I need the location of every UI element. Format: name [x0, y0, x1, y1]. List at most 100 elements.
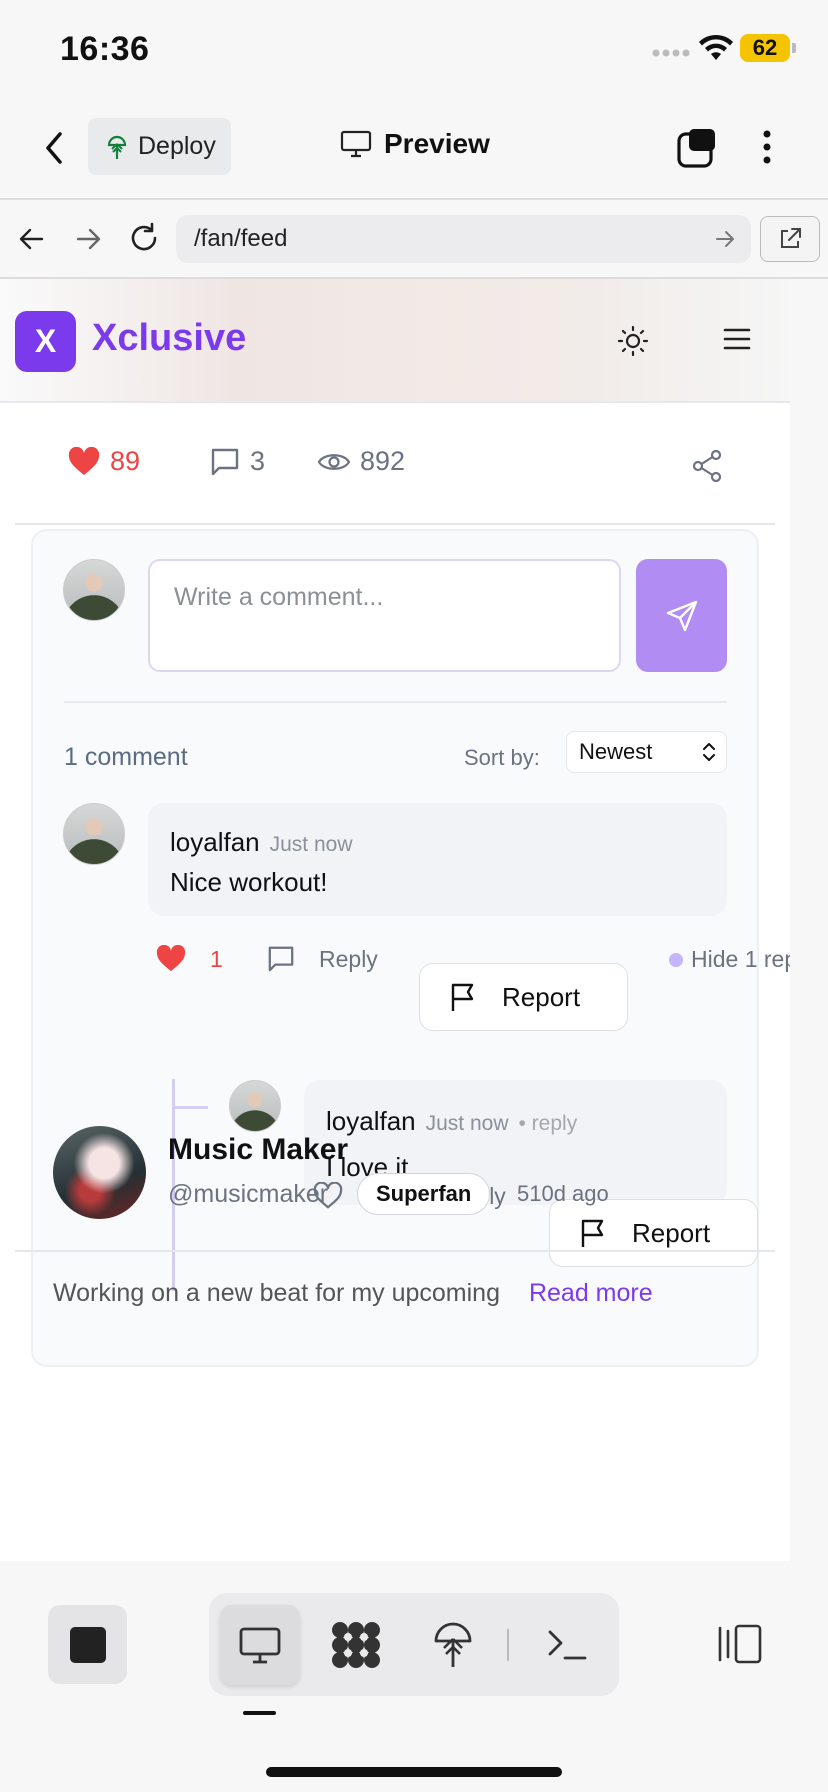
reply-author[interactable]: loyalfan — [326, 1106, 416, 1136]
report-button[interactable]: Report — [419, 963, 628, 1031]
status-time: 16:36 — [60, 30, 150, 68]
thread-branch — [172, 1106, 208, 1109]
monitor-icon — [239, 1627, 281, 1664]
superfan-badge: Superfan — [357, 1173, 491, 1215]
comments-button[interactable]: 3 — [210, 446, 265, 477]
heart-icon — [156, 945, 186, 972]
flag-icon — [581, 1219, 604, 1247]
theme-toggle-button[interactable] — [617, 325, 649, 357]
comment-like-button[interactable]: 1 — [156, 945, 223, 973]
send-comment-button[interactable] — [636, 559, 727, 672]
url-text: /fan/feed — [194, 225, 288, 252]
sort-value: Newest — [579, 739, 653, 764]
chevron-updown-icon — [703, 743, 715, 761]
share-button[interactable] — [692, 450, 722, 482]
heart-icon — [68, 446, 100, 475]
avatar — [63, 803, 125, 865]
hide-replies-button[interactable]: Hide 1 reply — [669, 946, 790, 973]
arrow-left-icon — [19, 228, 44, 250]
report-label: Report — [632, 1217, 711, 1248]
comment-reply-button[interactable]: Reply — [267, 945, 378, 973]
battery-indicator: 62 — [740, 34, 790, 62]
hide-replies-label: Hide 1 reply — [691, 946, 790, 972]
views-stat: 892 — [318, 446, 405, 477]
preview-title-text: Preview — [384, 128, 490, 159]
toolbar-separator — [507, 1629, 509, 1661]
deploy-label: Deploy — [138, 132, 216, 160]
tree-icon — [434, 1622, 472, 1667]
comment-bubble: loyalfan Just now Nice workout! — [148, 803, 727, 916]
view-switcher — [209, 1593, 619, 1696]
share-icon — [692, 450, 722, 482]
tabs-button[interactable] — [677, 128, 717, 168]
report-label: Report — [502, 981, 581, 1012]
sort-select[interactable]: Newest — [566, 731, 727, 773]
more-menu-button[interactable] — [760, 128, 774, 168]
deploy-view-button[interactable] — [433, 1621, 473, 1669]
view-count: 892 — [360, 446, 406, 476]
deploy-button[interactable]: Deploy — [88, 118, 231, 175]
comment-input[interactable]: Write a comment... — [148, 559, 621, 672]
comments-divider — [64, 701, 727, 703]
sun-icon — [617, 325, 649, 357]
open-external-button[interactable] — [760, 216, 820, 262]
eye-icon — [318, 453, 350, 470]
terminal-icon — [548, 1630, 587, 1660]
stop-icon — [69, 1626, 106, 1663]
preview-title: Preview — [340, 128, 490, 160]
reply-tag: • reply — [518, 1112, 578, 1135]
avatar — [63, 559, 125, 621]
arrow-right-icon — [76, 228, 101, 250]
arrow-right-icon — [716, 231, 734, 247]
post-preview-text: Working on a new beat for my upcoming — [53, 1279, 500, 1307]
header-divider — [0, 198, 828, 200]
post-divider — [15, 1250, 775, 1252]
nav-back-button[interactable] — [18, 225, 46, 253]
stop-button[interactable] — [48, 1605, 127, 1684]
reload-icon — [131, 222, 157, 251]
panel-toggle-button[interactable] — [717, 1623, 763, 1665]
sidebar-icon — [718, 1624, 762, 1664]
wifi-icon — [698, 34, 734, 62]
signal-icon — [652, 48, 692, 58]
canvas-view-button[interactable] — [331, 1621, 381, 1669]
logo[interactable]: X — [15, 311, 76, 372]
battery-tip — [792, 43, 796, 53]
post-author-avatar[interactable] — [53, 1126, 146, 1219]
hamburger-icon — [723, 328, 751, 350]
url-go-button[interactable] — [714, 228, 736, 250]
bottom-toolbar — [0, 1561, 828, 1792]
report-button[interactable]: Report — [549, 1199, 758, 1267]
comment-meta: loyalfan Just now — [170, 827, 353, 858]
terminal-view-button[interactable] — [547, 1629, 587, 1661]
message-icon — [211, 448, 239, 475]
chevron-left-icon — [46, 132, 62, 164]
stats-divider — [15, 523, 775, 525]
post-stats: 89 3 892 — [0, 444, 790, 488]
monitor-icon — [340, 129, 372, 159]
menu-button[interactable] — [723, 327, 751, 351]
like-button[interactable]: 89 — [68, 446, 140, 477]
brand-name[interactable]: Xclusive — [92, 317, 246, 360]
more-vertical-icon — [763, 130, 771, 164]
like-count: 89 — [110, 446, 141, 476]
read-more-link[interactable]: Read more — [529, 1279, 653, 1307]
flag-icon — [451, 983, 474, 1011]
reload-button[interactable] — [128, 222, 160, 254]
comment-count: 3 — [250, 446, 266, 476]
back-button[interactable] — [40, 128, 70, 168]
post-age: 510d ago — [517, 1181, 609, 1206]
nav-forward-button[interactable] — [74, 225, 102, 253]
comment-like-count: 1 — [210, 945, 223, 972]
comment-text: Nice workout! — [170, 867, 328, 897]
comment-author[interactable]: loyalfan — [170, 827, 260, 857]
post-author-name[interactable]: Music Maker — [168, 1133, 348, 1167]
active-tab-indicator — [243, 1711, 276, 1715]
reply-label: Reply — [319, 945, 378, 972]
url-field[interactable]: /fan/feed — [176, 215, 751, 263]
external-link-icon — [781, 228, 801, 248]
webview: X Xclusive 89 3 892 Write a comment... 1… — [0, 279, 790, 1561]
sort-label: Sort by: — [464, 745, 540, 770]
preview-view-button[interactable] — [220, 1605, 300, 1685]
tree-icon — [106, 134, 128, 160]
